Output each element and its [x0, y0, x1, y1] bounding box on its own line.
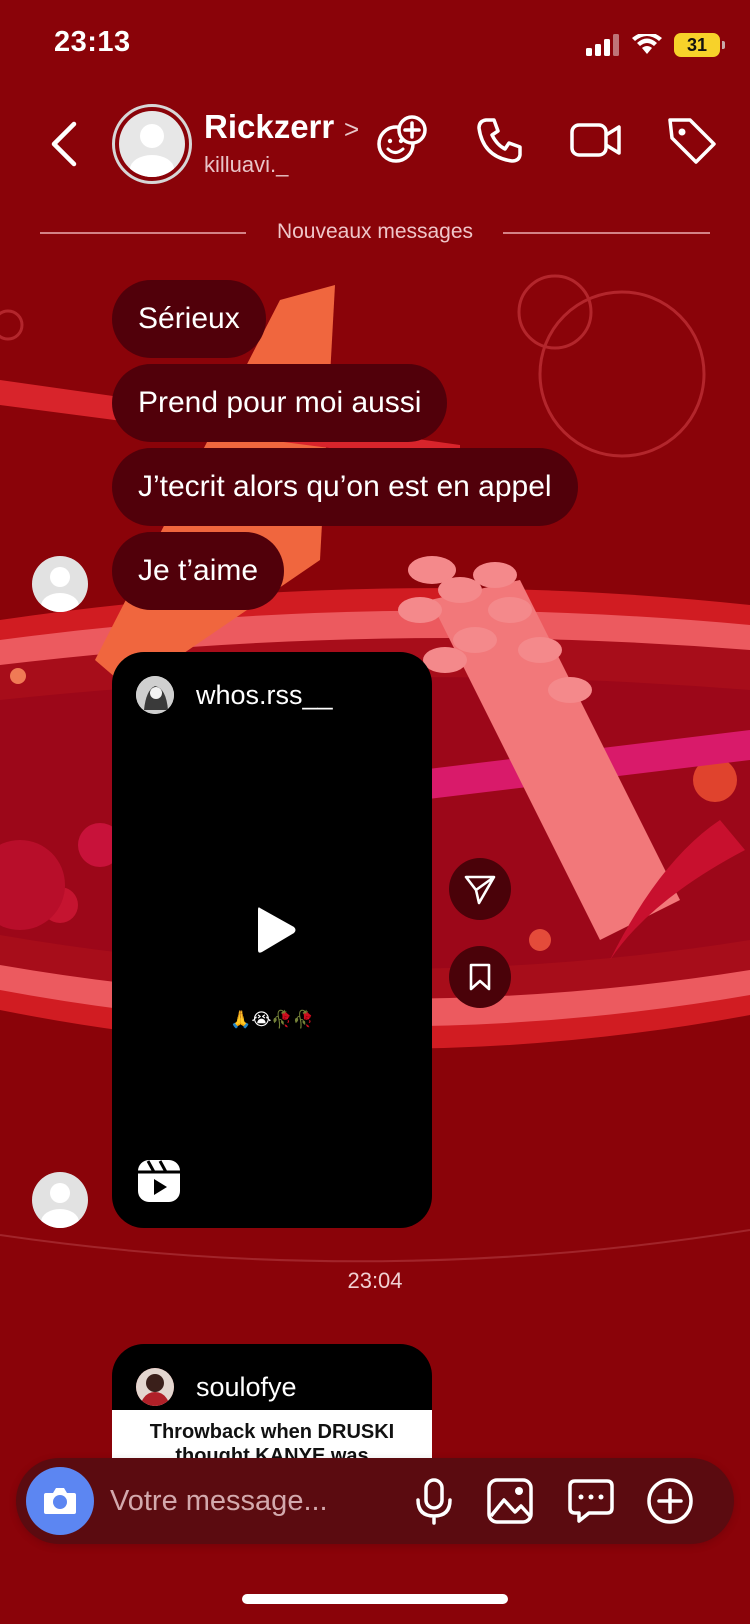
battery-indicator: 31 [674, 33, 725, 57]
wifi-icon [632, 34, 662, 54]
post-author-name: soulofye [196, 1372, 297, 1402]
phone-icon[interactable] [472, 112, 528, 168]
video-icon[interactable] [568, 112, 624, 168]
home-indicator[interactable] [242, 1594, 508, 1604]
save-button[interactable] [449, 946, 511, 1008]
default-avatar-icon [41, 567, 79, 612]
microphone-icon[interactable] [409, 1476, 459, 1526]
status-icons: 31 [586, 30, 725, 60]
camera-button[interactable] [26, 1467, 94, 1535]
divider-line-right [503, 232, 710, 234]
sender-avatar[interactable] [32, 1172, 88, 1228]
message-input[interactable] [110, 1472, 380, 1530]
shared-post-card[interactable]: soulofye Throwback when DRUSKI thought K… [112, 1344, 432, 1460]
battery-level: 31 [686, 34, 708, 55]
status-time: 23:13 [54, 26, 131, 58]
gallery-icon[interactable] [485, 1476, 535, 1526]
default-avatar-icon [41, 1183, 79, 1228]
share-button[interactable] [449, 858, 511, 920]
cellular-signal-icon [586, 34, 619, 56]
sender-avatar[interactable] [32, 556, 88, 612]
tag-icon[interactable] [664, 112, 720, 168]
message-timestamp: 23:04 [347, 1268, 403, 1293]
post-caption: Throwback when DRUSKI thought KANYE was [112, 1410, 432, 1460]
chevron-right-icon[interactable]: > [344, 114, 359, 145]
send-icon [464, 875, 496, 905]
plus-circle-icon[interactable] [645, 1476, 695, 1526]
message-bubble[interactable]: Je t’aime [112, 532, 285, 610]
message-bubble[interactable]: Prend pour moi aussi [112, 364, 448, 442]
reel-caption: 🙏😭🥀🥀 [230, 1010, 314, 1029]
reel-author-name: whos.rss__ [196, 680, 333, 710]
default-avatar-icon [119, 111, 185, 177]
profile-avatar[interactable] [112, 104, 192, 184]
contact-handle[interactable]: killuavi._ [204, 152, 288, 178]
bookmark-icon [469, 963, 491, 991]
shared-reel-card[interactable]: whos.rss__ 🙏😭🥀🥀 [112, 652, 432, 1228]
reel-author-avatar [136, 676, 174, 714]
reels-icon [138, 1160, 180, 1202]
sticker-chat-icon[interactable] [566, 1476, 616, 1526]
message-bubble[interactable]: Sérieux [112, 280, 266, 358]
camera-icon [44, 1488, 76, 1514]
back-arrow-icon[interactable] [46, 118, 82, 170]
contact-name[interactable]: Rickzerr [204, 108, 334, 146]
effects-icon[interactable] [374, 112, 430, 168]
play-icon[interactable] [224, 882, 320, 978]
post-author-avatar [136, 1368, 174, 1406]
message-bubble[interactable]: J’tecrit alors qu’on est en appel [112, 448, 578, 526]
